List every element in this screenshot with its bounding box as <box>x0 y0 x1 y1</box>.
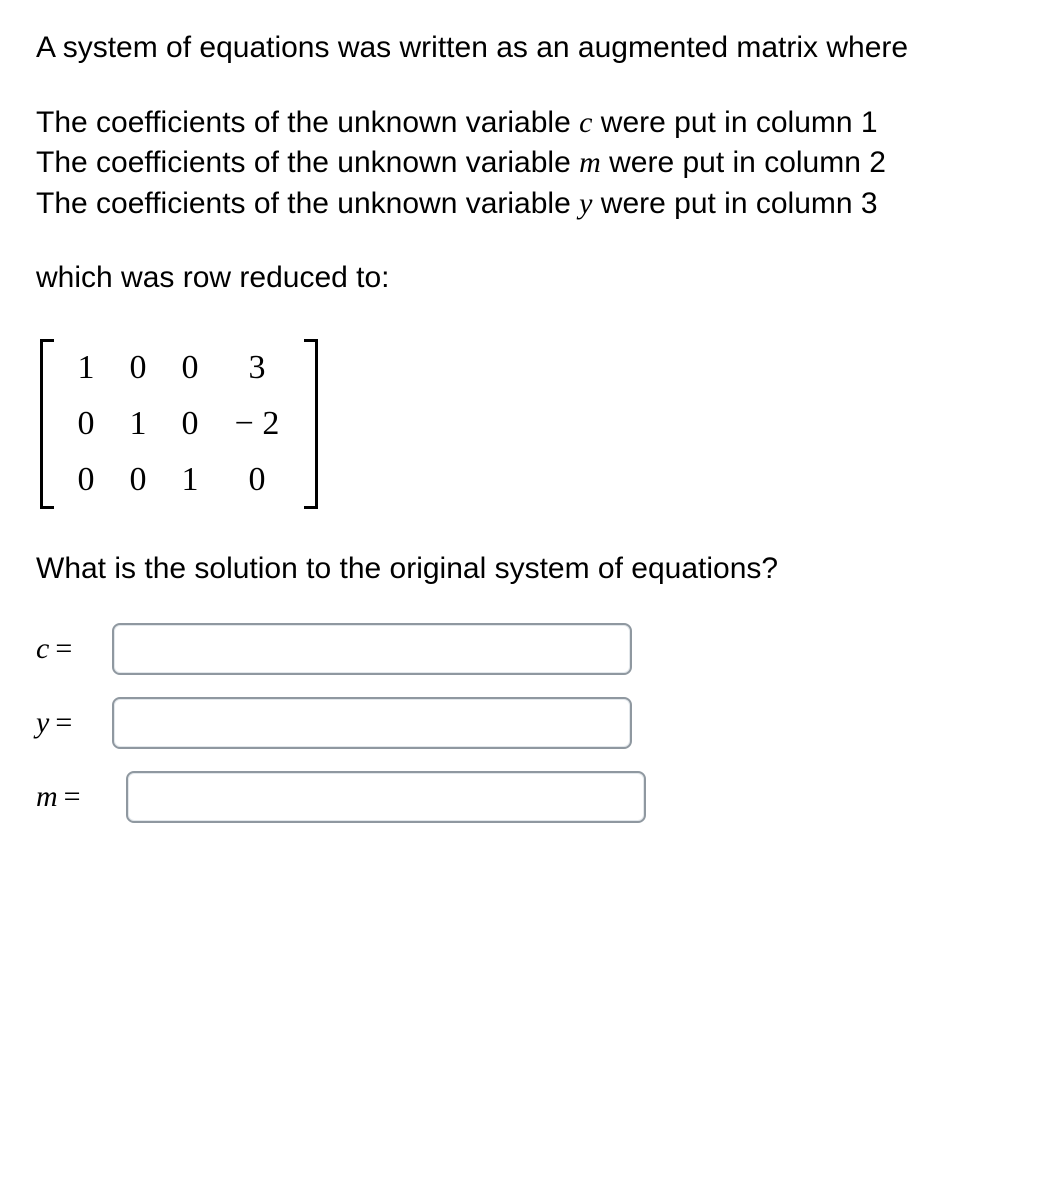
column-line-1: The coefficients of the unknown variable… <box>36 103 1020 144</box>
col1-post: were put in column 1 <box>592 106 877 139</box>
equals-sign: = <box>55 632 72 665</box>
var-c: c <box>579 106 592 139</box>
matrix-cell: 0 <box>178 349 202 387</box>
equals-sign: = <box>55 706 72 739</box>
col1-pre: The coefficients of the unknown variable <box>36 106 579 139</box>
answer-label-c: c= <box>36 632 112 666</box>
column-mapping: The coefficients of the unknown variable… <box>36 103 1020 225</box>
answer-var-c: c <box>36 632 49 665</box>
col3-pre: The coefficients of the unknown variable <box>36 187 579 220</box>
matrix-cell: 0 <box>178 405 202 443</box>
col3-post: were put in column 3 <box>592 187 877 220</box>
answer-section: c= y= m= <box>36 623 1020 823</box>
matrix-cell: 0 <box>230 461 284 499</box>
answer-label-m: m= <box>36 780 126 814</box>
answer-label-y: y= <box>36 706 112 740</box>
question-text: What is the solution to the original sys… <box>36 549 1020 590</box>
answer-row-m: m= <box>36 771 1020 823</box>
matrix-cell: 1 <box>178 461 202 499</box>
column-line-2: The coefficients of the unknown variable… <box>36 143 1020 184</box>
matrix-cell: 3 <box>230 349 284 387</box>
intro-text: A system of equations was written as an … <box>36 28 1020 69</box>
matrix-cell: 0 <box>126 349 150 387</box>
matrix-cell: 0 <box>74 405 98 443</box>
matrix-cell: 1 <box>126 405 150 443</box>
answer-row-c: c= <box>36 623 1020 675</box>
equals-sign: = <box>64 780 81 813</box>
answer-input-y[interactable] <box>112 697 632 749</box>
answer-input-m[interactable] <box>126 771 646 823</box>
matrix-grid: 1 0 0 3 0 1 0 − 2 0 0 1 0 <box>56 339 302 509</box>
augmented-matrix: 1 0 0 3 0 1 0 − 2 0 0 1 0 <box>40 339 318 509</box>
col2-pre: The coefficients of the unknown variable <box>36 146 579 179</box>
column-line-3: The coefficients of the unknown variable… <box>36 184 1020 225</box>
matrix-cell: 0 <box>74 461 98 499</box>
matrix-cell: 1 <box>74 349 98 387</box>
reduced-label: which was row reduced to: <box>36 258 1020 299</box>
matrix-cell: − 2 <box>230 405 284 443</box>
var-m: m <box>579 146 601 179</box>
matrix-cell: 0 <box>126 461 150 499</box>
var-y: y <box>579 187 592 220</box>
answer-var-y: y <box>36 706 49 739</box>
answer-input-c[interactable] <box>112 623 632 675</box>
answer-row-y: y= <box>36 697 1020 749</box>
col2-post: were put in column 2 <box>601 146 886 179</box>
matrix-right-bracket-icon <box>302 339 318 509</box>
answer-var-m: m <box>36 780 58 813</box>
matrix-left-bracket-icon <box>40 339 56 509</box>
